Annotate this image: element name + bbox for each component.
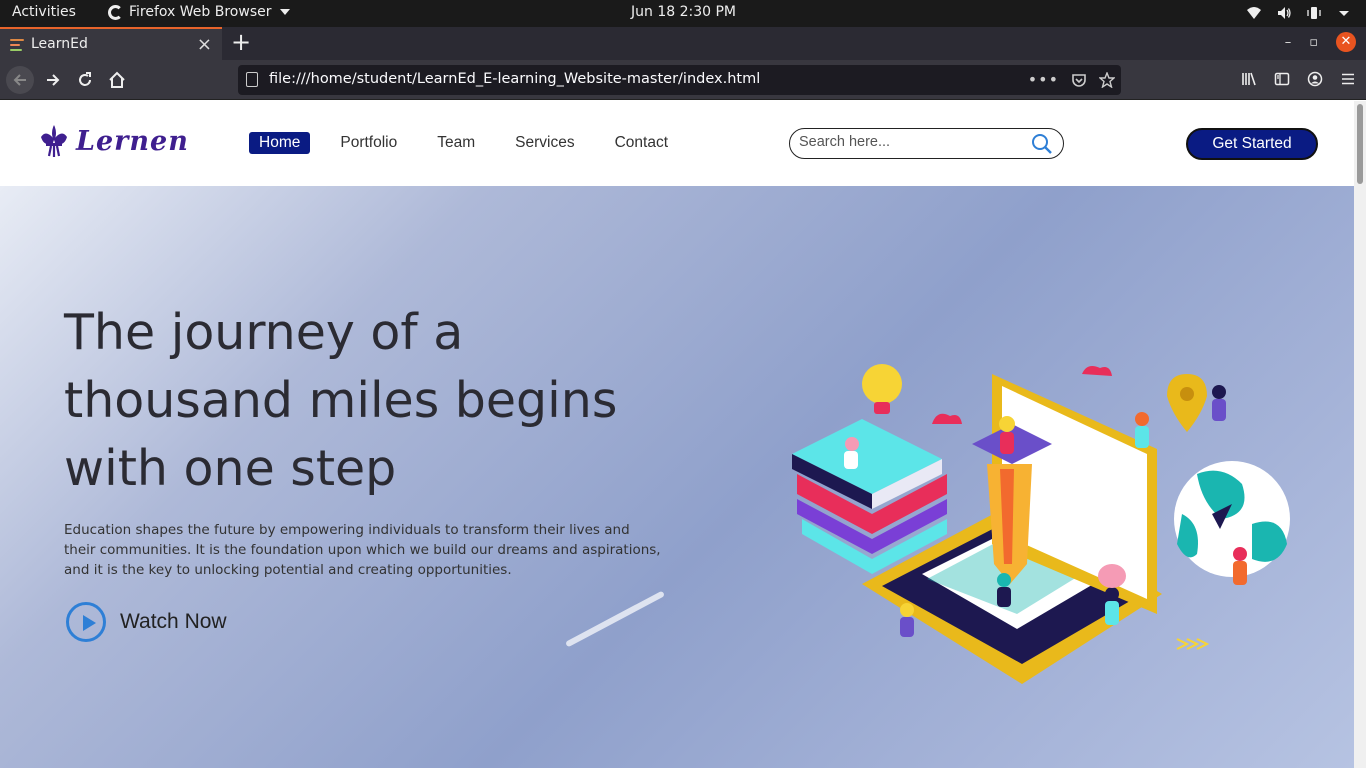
home-button[interactable]	[103, 66, 131, 94]
wifi-icon	[1247, 7, 1261, 19]
maximize-icon[interactable]: ▫	[1309, 35, 1318, 50]
library-icon[interactable]	[1241, 71, 1257, 87]
app-menu-label: Firefox Web Browser	[129, 4, 272, 20]
sidebar-icon[interactable]	[1274, 71, 1290, 87]
navigation-toolbar: file:///home/student/LearnEd_E-learning_…	[0, 60, 1366, 100]
nav-team[interactable]: Team	[427, 132, 485, 154]
clock[interactable]: Jun 18 2:30 PM	[631, 4, 736, 20]
vibrate-icon	[1307, 7, 1321, 19]
site-header: Lernen Home Portfolio Team Services Cont…	[0, 101, 1354, 186]
url-bar[interactable]: file:///home/student/LearnEd_E-learning_…	[238, 65, 1121, 95]
hero-section: The journey of a thousand miles begins w…	[0, 186, 1354, 768]
toolbar-right-actions	[1241, 71, 1356, 87]
bookmark-star-icon[interactable]	[1099, 71, 1115, 88]
new-tab-button[interactable]: +	[231, 28, 251, 56]
close-window-icon[interactable]: ✕	[1336, 32, 1356, 52]
site-logo[interactable]: Lernen	[38, 123, 189, 159]
e-learning-illustration	[792, 364, 1290, 684]
arrow-right-icon	[47, 74, 60, 86]
site-search	[789, 128, 1064, 159]
watch-now-button[interactable]: Watch Now	[66, 602, 227, 642]
logo-text: Lernen	[76, 125, 189, 157]
hamburger-menu-icon[interactable]	[1340, 71, 1356, 87]
reload-icon	[79, 72, 91, 86]
forward-button[interactable]	[39, 66, 67, 94]
system-menu-caret-icon	[1339, 11, 1349, 16]
tab-learned[interactable]: LearnEd ×	[0, 27, 222, 60]
window-controls: – ▫ ✕	[1285, 32, 1356, 52]
nav-services[interactable]: Services	[505, 132, 584, 154]
pocket-icon[interactable]	[1071, 72, 1087, 88]
search-input[interactable]	[799, 134, 1019, 150]
fleur-logo-icon	[41, 125, 67, 157]
activities-button[interactable]: Activities	[12, 4, 76, 20]
main-nav: Home Portfolio Team Services Contact	[249, 132, 698, 154]
scrollbar-thumb[interactable]	[1357, 104, 1363, 184]
minimize-icon[interactable]: –	[1285, 35, 1292, 50]
hero-title: The journey of a thousand miles begins w…	[64, 304, 618, 497]
page-icon	[246, 72, 258, 87]
reload-button[interactable]	[71, 66, 99, 94]
caret-down-icon	[279, 9, 290, 15]
site-favicon-icon	[10, 39, 24, 51]
system-tray[interactable]	[1246, 5, 1352, 21]
get-started-button[interactable]: Get Started	[1186, 128, 1318, 160]
system-top-bar: Activities Firefox Web Browser Jun 18 2:…	[0, 0, 1366, 27]
web-page: Lernen Home Portfolio Team Services Cont…	[0, 101, 1354, 768]
hero-description: Education shapes the future by empowerin…	[64, 522, 661, 578]
tab-strip: LearnEd × + – ▫ ✕	[0, 27, 1366, 60]
arrow-left-icon	[13, 74, 26, 86]
page-scrollbar[interactable]	[1354, 101, 1366, 768]
watch-now-label: Watch Now	[120, 610, 227, 633]
app-menu[interactable]: Firefox Web Browser	[108, 4, 290, 20]
url-text[interactable]: file:///home/student/LearnEd_E-learning_…	[269, 71, 760, 87]
tab-title: LearnEd	[31, 36, 88, 52]
volume-icon	[1278, 7, 1291, 19]
firefox-icon	[108, 4, 123, 20]
nav-contact[interactable]: Contact	[605, 132, 678, 154]
background-sheen	[565, 590, 665, 648]
page-actions-icon[interactable]: •••	[1028, 70, 1059, 89]
nav-home[interactable]: Home	[249, 132, 311, 154]
search-icon[interactable]	[1031, 133, 1053, 155]
back-button[interactable]	[6, 66, 34, 94]
close-tab-icon[interactable]: ×	[197, 34, 212, 55]
home-icon	[109, 71, 125, 88]
nav-portfolio[interactable]: Portfolio	[330, 132, 407, 154]
account-icon[interactable]	[1307, 71, 1323, 87]
play-icon	[66, 602, 106, 642]
